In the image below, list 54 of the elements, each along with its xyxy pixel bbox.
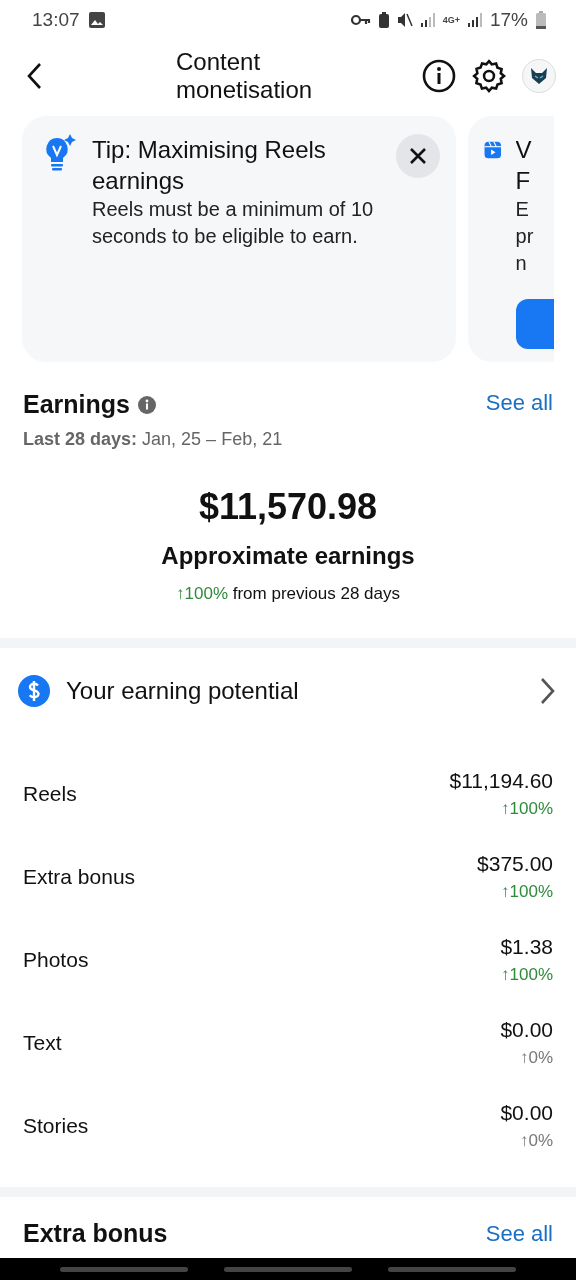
category-change: ↑100% (501, 964, 553, 985)
status-time: 13:07 (32, 9, 80, 31)
category-label: Photos (23, 947, 89, 972)
close-icon (408, 146, 428, 166)
network-label: 4G+ (442, 15, 460, 25)
category-change: ↑0% (519, 1047, 553, 1068)
battery-percent: 17% (489, 9, 528, 31)
total-earnings: $11,570.98 (197, 486, 379, 528)
promo-text: n (515, 251, 528, 276)
mute-icon (396, 12, 413, 28)
battery-saver-icon (378, 12, 389, 28)
change-note: from previous 28 days (232, 584, 400, 603)
category-label: Stories (23, 1113, 89, 1138)
profile-avatar[interactable] (522, 59, 556, 93)
close-button[interactable] (396, 134, 440, 178)
potential-title: Your earning potential (66, 677, 300, 705)
period-label: Last 28 days: (23, 429, 138, 449)
info-icon (138, 395, 156, 414)
category-change: ↑100% (501, 881, 553, 902)
lightbulb-icon (44, 134, 76, 172)
earnings-caption: Approximate earnings (160, 542, 416, 570)
page-title: Content monetisation (176, 48, 314, 104)
promo-text: pr (515, 224, 535, 249)
category-amount: $0.00 (500, 1017, 553, 1042)
info-button[interactable] (422, 59, 456, 93)
settings-button[interactable] (472, 59, 506, 93)
category-amount: $0.00 (500, 1100, 553, 1125)
battery-icon (536, 11, 546, 29)
extra-bonus-title: Extra bonus (23, 1219, 168, 1248)
promo-text: E (515, 197, 530, 222)
chevron-button[interactable] (540, 677, 556, 705)
image-icon (87, 11, 106, 29)
promo-title: V (515, 135, 533, 165)
signal-icon (467, 13, 482, 27)
tip-text: Reels must be a minimum of 10 seconds to be eligible to earn. (92, 197, 375, 249)
earnings-title: Earnings (23, 390, 130, 419)
see-all-link[interactable]: See all (485, 390, 553, 416)
category-amount: $1.38 (500, 934, 553, 959)
tip-title: Tip: Maximising Reels earnings (92, 135, 327, 196)
change-percent: ↑100% (176, 584, 228, 603)
category-amount: $11,194.60 (449, 768, 553, 793)
signal-icon (420, 13, 435, 27)
category-label: Extra bonus (23, 864, 136, 889)
category-label: Text (23, 1030, 62, 1055)
promo-title: F (515, 166, 532, 196)
category-label: Reels (23, 781, 77, 806)
see-all-link[interactable]: See all (485, 1220, 553, 1247)
category-change: ↑0% (519, 1130, 553, 1151)
category-change: ↑100% (501, 798, 553, 819)
back-button[interactable] (26, 62, 42, 90)
period-dates: Jan, 25 – Feb, 21 (142, 429, 283, 449)
key-icon (350, 14, 371, 26)
category-amount: $375.00 (477, 851, 553, 876)
dollar-icon (18, 675, 50, 707)
